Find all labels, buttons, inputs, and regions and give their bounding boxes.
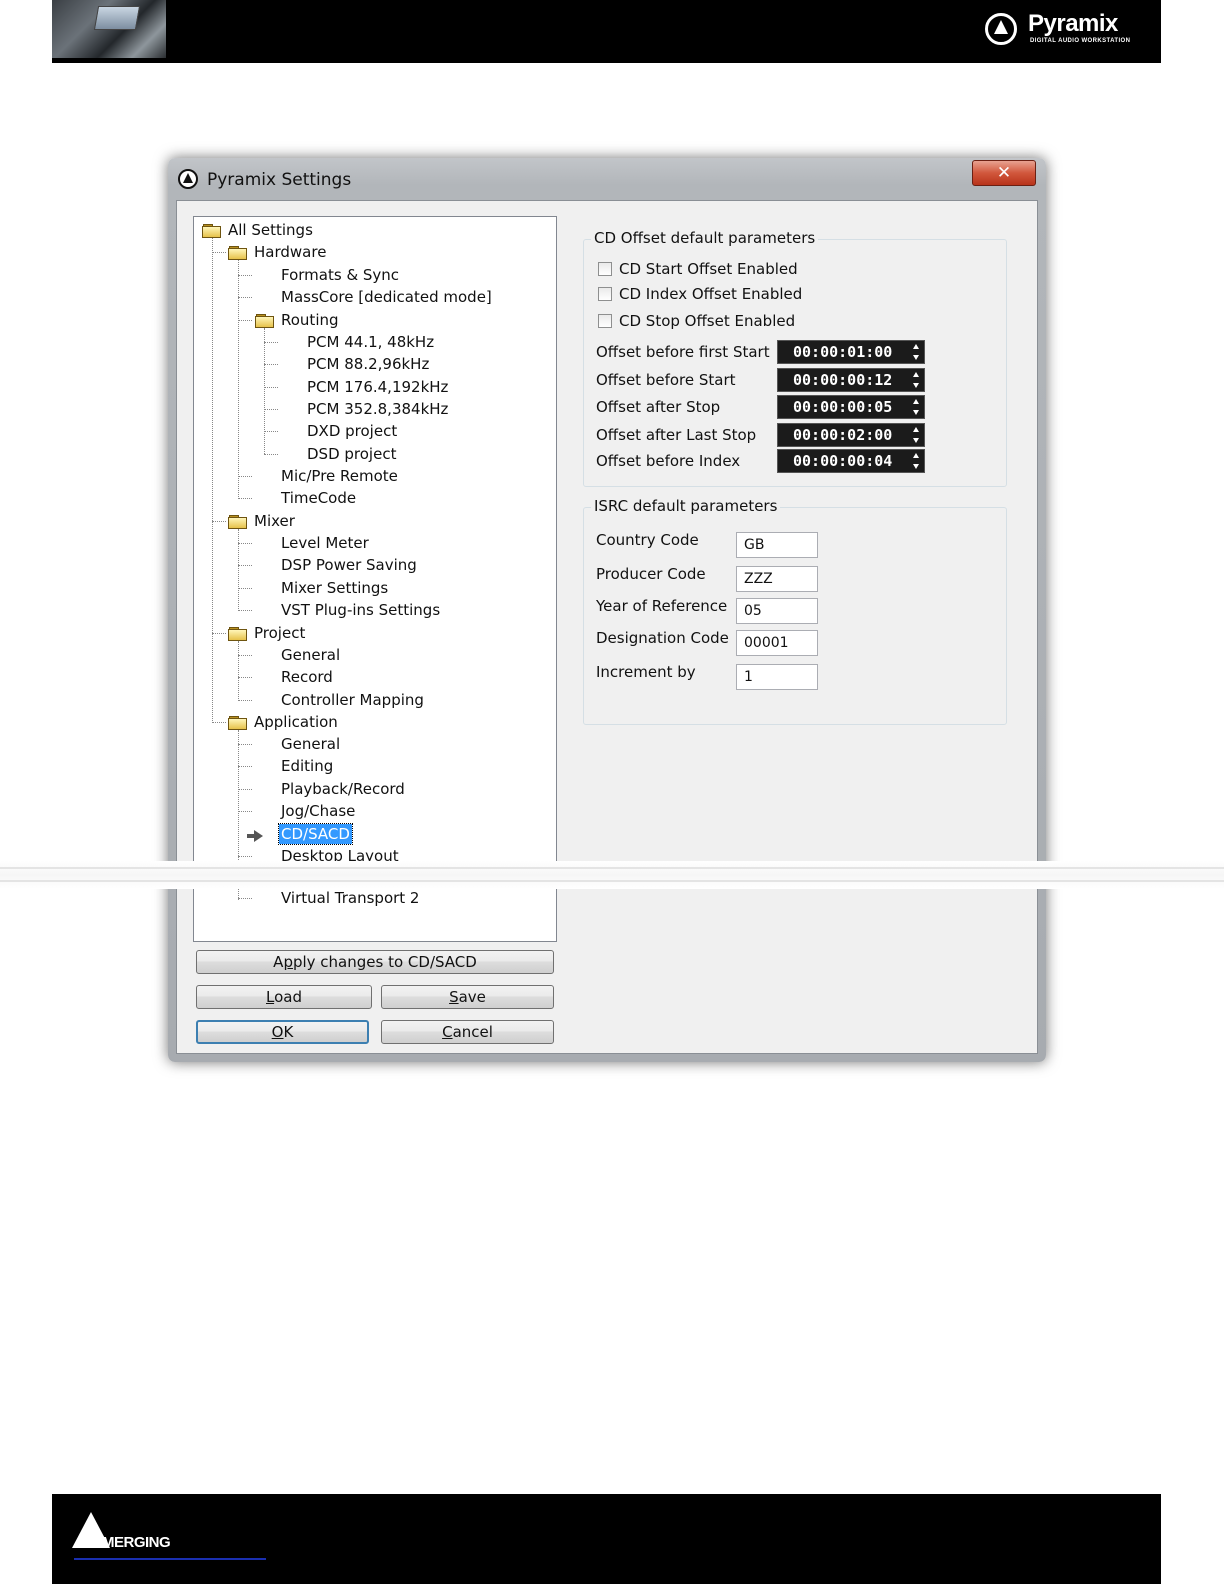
tree-item-timecode[interactable]: TimeCode xyxy=(281,488,356,508)
tree-item-controller-mapping[interactable]: Controller Mapping xyxy=(281,690,424,710)
tree-item-hardware[interactable]: Hardware xyxy=(254,242,326,262)
offset-after-stop-timecode[interactable]: 00:00:00:05 xyxy=(777,395,925,419)
offset-before-start-label: Offset before Start xyxy=(596,371,736,389)
footer-link-underline[interactable] xyxy=(74,1558,266,1560)
cancel-button[interactable]: Cancel xyxy=(381,1020,554,1044)
screenshot-cut-gap xyxy=(0,861,1224,889)
dialog-client-area: All Settings Hardware Formats & Sync Mas… xyxy=(176,200,1038,1054)
tree-item-formats-sync[interactable]: Formats & Sync xyxy=(281,265,399,285)
country-code-field[interactable]: GB xyxy=(736,532,818,558)
dialog-title: Pyramix Settings xyxy=(207,170,352,190)
producer-code-label: Producer Code xyxy=(596,565,706,583)
pyramix-app-icon xyxy=(178,169,198,189)
folder-icon xyxy=(228,627,247,641)
cd-start-offset-checkbox[interactable] xyxy=(598,262,612,276)
header-console-photo xyxy=(52,0,166,58)
spinner-icon[interactable] xyxy=(913,372,920,388)
offset-after-stop-label: Offset after Stop xyxy=(596,398,721,416)
offset-before-index-label: Offset before Index xyxy=(596,452,741,470)
designation-code-label: Designation Code xyxy=(596,629,729,647)
page-footer-bar: MERGING xyxy=(52,1494,1161,1584)
isrc-group-title: ISRC default parameters xyxy=(591,497,781,515)
tree-item-editing[interactable]: Editing xyxy=(281,756,333,776)
settings-tree[interactable]: All Settings Hardware Formats & Sync Mas… xyxy=(193,216,557,942)
cd-stop-offset-label: CD Stop Offset Enabled xyxy=(619,312,796,330)
designation-code-field[interactable]: 00001 xyxy=(736,630,818,656)
tree-item-pcm-176-192[interactable]: PCM 176.4,192kHz xyxy=(307,377,448,397)
cd-offset-group-title: CD Offset default parameters xyxy=(591,229,819,247)
pyramix-logo-icon xyxy=(985,13,1017,45)
load-button[interactable]: Load xyxy=(196,985,372,1009)
producer-code-field[interactable]: ZZZ xyxy=(736,566,818,592)
tree-item-pcm-88-96[interactable]: PCM 88.2,96kHz xyxy=(307,354,429,374)
tree-item-dxd-project[interactable]: DXD project xyxy=(307,421,397,441)
offset-after-last-stop-timecode[interactable]: 00:00:02:00 xyxy=(777,423,925,447)
offset-before-start-timecode[interactable]: 00:00:00:12 xyxy=(777,368,925,392)
tree-item-project[interactable]: Project xyxy=(254,623,305,643)
ok-button[interactable]: OK xyxy=(196,1020,369,1044)
cd-stop-offset-checkbox[interactable] xyxy=(598,314,612,328)
tree-item-cd-sacd[interactable]: CD/SACD xyxy=(278,823,353,845)
spinner-icon[interactable] xyxy=(913,344,920,360)
year-of-reference-label: Year of Reference xyxy=(596,597,728,615)
tree-item-application-general[interactable]: General xyxy=(281,734,340,754)
spinner-icon[interactable] xyxy=(913,399,920,415)
folder-icon xyxy=(228,515,247,529)
merging-logo-text: MERGING xyxy=(102,1534,171,1551)
folder-icon xyxy=(228,246,247,260)
cd-index-offset-label: CD Index Offset Enabled xyxy=(619,285,803,303)
close-button[interactable]: ✕ xyxy=(972,160,1036,186)
tree-item-vst-plugins[interactable]: VST Plug-ins Settings xyxy=(281,600,440,620)
selection-arrow-head xyxy=(254,830,263,842)
spinner-icon[interactable] xyxy=(913,427,920,443)
tree-item-dsp-power-saving[interactable]: DSP Power Saving xyxy=(281,555,417,575)
offset-before-index-timecode[interactable]: 00:00:00:04 xyxy=(777,449,925,473)
tree-item-mixer[interactable]: Mixer xyxy=(254,511,295,531)
save-button[interactable]: Save xyxy=(381,985,554,1009)
tree-item-application[interactable]: Application xyxy=(254,712,338,732)
cd-index-offset-checkbox[interactable] xyxy=(598,287,612,301)
apply-changes-button[interactable]: Apply changes to CD/SACD xyxy=(196,950,554,974)
offset-after-last-stop-label: Offset after Last Stop xyxy=(596,426,757,444)
tree-item-all-settings[interactable]: All Settings xyxy=(228,220,313,240)
tree-item-level-meter[interactable]: Level Meter xyxy=(281,533,369,553)
folder-icon xyxy=(202,224,221,238)
tree-item-playback-record[interactable]: Playback/Record xyxy=(281,779,405,799)
tree-item-mixer-settings[interactable]: Mixer Settings xyxy=(281,578,388,598)
tree-item-record[interactable]: Record xyxy=(281,667,333,687)
tree-item-virtual-transport-2[interactable]: Virtual Transport 2 xyxy=(281,888,419,908)
tree-item-pcm-44-48[interactable]: PCM 44.1, 48kHz xyxy=(307,332,434,352)
tree-item-dsd-project[interactable]: DSD project xyxy=(307,444,396,464)
tree-item-pcm-352-384[interactable]: PCM 352.8,384kHz xyxy=(307,399,448,419)
page-header-bar: Pyramix DIGITAL AUDIO WORKSTATION xyxy=(52,0,1161,63)
increment-by-label: Increment by xyxy=(596,663,696,681)
settings-dialog: Pyramix Settings ✕ All Settings Hardware… xyxy=(168,158,1046,1062)
pyramix-logo-subtitle: DIGITAL AUDIO WORKSTATION xyxy=(1030,38,1131,44)
offset-before-first-start-label: Offset before first Start xyxy=(596,343,770,361)
folder-icon xyxy=(228,716,247,730)
cd-start-offset-label: CD Start Offset Enabled xyxy=(619,260,798,278)
offset-before-first-start-timecode[interactable]: 00:00:01:00 xyxy=(777,340,925,364)
year-of-reference-field[interactable]: 05 xyxy=(736,598,818,624)
tree-item-routing[interactable]: Routing xyxy=(281,310,339,330)
country-code-label: Country Code xyxy=(596,531,699,549)
tree-item-mic-pre-remote[interactable]: Mic/Pre Remote xyxy=(281,466,398,486)
pyramix-logo-text: Pyramix xyxy=(1028,10,1118,37)
tree-item-jog-chase[interactable]: Jog/Chase xyxy=(281,801,355,821)
tree-item-masscore[interactable]: MassCore [dedicated mode] xyxy=(281,287,492,307)
tree-item-project-general[interactable]: General xyxy=(281,645,340,665)
increment-by-field[interactable]: 1 xyxy=(736,664,818,690)
folder-icon xyxy=(255,314,274,328)
spinner-icon[interactable] xyxy=(913,453,920,469)
